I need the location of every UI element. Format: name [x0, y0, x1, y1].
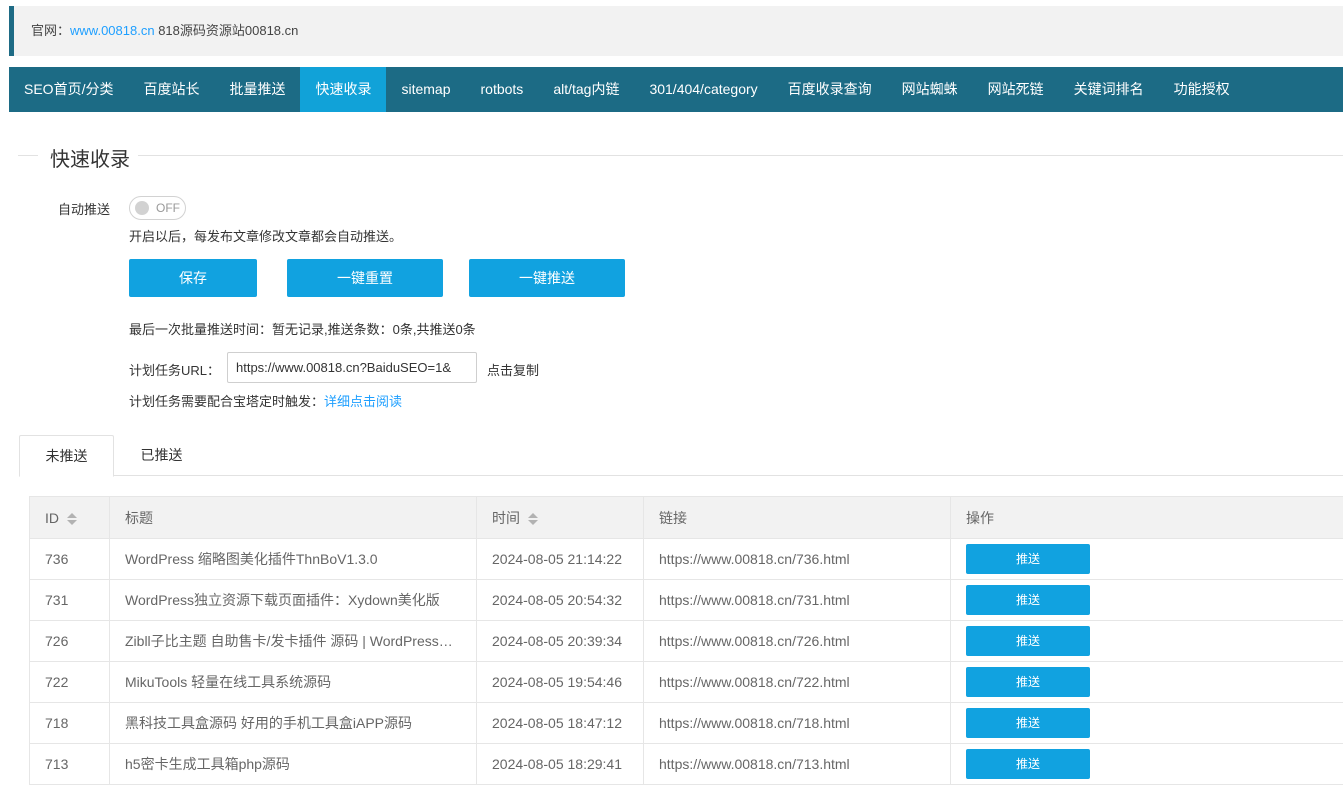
nav-item-baidu-webmaster[interactable]: 百度站长	[128, 67, 214, 112]
push-row-button[interactable]: 推送	[966, 626, 1090, 656]
section-header: 快速收录	[18, 140, 1343, 171]
push-row-button[interactable]: 推送	[966, 749, 1090, 779]
title-column-header: 标题	[109, 496, 477, 539]
table-row: 726 Zibll子比主题 自助售卡/发卡插件 源码 | WordPress… …	[29, 620, 1343, 662]
row-link: https://www.00818.cn/731.html	[643, 579, 951, 621]
row-id: 718	[29, 702, 110, 744]
id-column-header[interactable]: ID	[29, 496, 110, 539]
table-row: 722 MikuTools 轻量在线工具系统源码 2024-08-05 19:5…	[29, 661, 1343, 703]
official-site-link[interactable]: www.00818.cn	[70, 23, 155, 38]
divider	[138, 155, 1343, 156]
row-link: https://www.00818.cn/722.html	[643, 661, 951, 703]
notice-suffix: 818源码资源站00818.cn	[154, 23, 299, 38]
nav-item-alt-tag[interactable]: alt/tag内链	[538, 67, 634, 112]
reset-all-button[interactable]: 一键重置	[287, 259, 443, 297]
auto-push-toggle[interactable]: OFF	[129, 196, 186, 220]
nav-item-license[interactable]: 功能授权	[1159, 67, 1245, 112]
push-all-button[interactable]: 一键推送	[469, 259, 625, 297]
posts-table: ID 标题 时间 链接 操作 736 WordPress 缩略图美化插件ThnB…	[29, 496, 1343, 785]
official-site-notice: 官网：www.00818.cn 818源码资源站00818.cn	[9, 6, 1343, 56]
nav-item-robots[interactable]: rotbots	[466, 67, 539, 112]
row-time: 2024-08-05 18:29:41	[476, 743, 644, 785]
row-time: 2024-08-05 19:54:46	[476, 661, 644, 703]
row-id: 726	[29, 620, 110, 662]
main-nav: SEO首页/分类 百度站长 批量推送 快速收录 sitemap rotbots …	[9, 67, 1343, 112]
link-column-header: 链接	[643, 496, 951, 539]
table-row: 718 黑科技工具盒源码 好用的手机工具盒iAPP源码 2024-08-05 1…	[29, 702, 1343, 744]
row-link: https://www.00818.cn/736.html	[643, 538, 951, 580]
row-link: https://www.00818.cn/713.html	[643, 743, 951, 785]
tab-not-pushed[interactable]: 未推送	[19, 435, 114, 477]
nav-item-dead-links[interactable]: 网站死链	[973, 67, 1059, 112]
cron-note-text: 计划任务需要配合宝塔定时触发：	[129, 394, 325, 409]
table-header-row: ID 标题 时间 链接 操作	[29, 496, 1343, 539]
sort-icon[interactable]	[528, 512, 538, 525]
divider	[18, 155, 38, 156]
row-time: 2024-08-05 21:14:22	[476, 538, 644, 580]
toggle-text: OFF	[156, 201, 180, 215]
push-row-button[interactable]: 推送	[966, 708, 1090, 738]
row-action: 推送	[950, 661, 1343, 703]
row-id: 736	[29, 538, 110, 580]
time-header-label: 时间	[492, 509, 520, 526]
row-link: https://www.00818.cn/726.html	[643, 620, 951, 662]
cron-url-label: 计划任务URL：	[129, 363, 221, 378]
notice-label: 官网：	[31, 23, 71, 38]
auto-push-label: 自动推送	[58, 202, 111, 217]
cron-url-field[interactable]	[227, 352, 477, 383]
auto-push-hint: 开启以后，每发布文章修改文章都会自动推送。	[129, 229, 403, 244]
table-row: 736 WordPress 缩略图美化插件ThnBoV1.3.0 2024-08…	[29, 538, 1343, 580]
row-id: 722	[29, 661, 110, 703]
action-column-header: 操作	[950, 496, 1343, 539]
time-column-header[interactable]: 时间	[476, 496, 644, 539]
row-title: h5密卡生成工具箱php源码	[109, 743, 477, 785]
table-row: 731 WordPress独立资源下载页面插件：Xydown美化版 2024-0…	[29, 579, 1343, 621]
row-time: 2024-08-05 20:39:34	[476, 620, 644, 662]
nav-item-redirects[interactable]: 301/404/category	[634, 67, 772, 112]
row-title: 黑科技工具盒源码 好用的手机工具盒iAPP源码	[109, 702, 477, 744]
nav-item-index-query[interactable]: 百度收录查询	[773, 67, 887, 112]
push-row-button[interactable]: 推送	[966, 544, 1090, 574]
nav-item-batch-push[interactable]: 批量推送	[214, 67, 300, 112]
row-action: 推送	[950, 702, 1343, 744]
save-button[interactable]: 保存	[129, 259, 257, 297]
row-link: https://www.00818.cn/718.html	[643, 702, 951, 744]
read-more-link[interactable]: 详细点击阅读	[324, 394, 402, 409]
last-push-status: 最后一次批量推送时间：暂无记录,推送条数：0条,共推送0条	[129, 322, 476, 337]
cron-note: 计划任务需要配合宝塔定时触发：详细点击阅读	[129, 391, 402, 410]
nav-item-keyword-rank[interactable]: 关键词排名	[1059, 67, 1159, 112]
nav-item-sitemap[interactable]: sitemap	[386, 67, 465, 112]
copy-url-button[interactable]: 点击复制	[487, 360, 539, 379]
row-title: Zibll子比主题 自助售卡/发卡插件 源码 | WordPress…	[109, 620, 477, 662]
row-action: 推送	[950, 743, 1343, 785]
nav-item-seo-home[interactable]: SEO首页/分类	[9, 67, 128, 112]
nav-item-fast-index[interactable]: 快速收录	[300, 67, 387, 112]
row-action: 推送	[950, 538, 1343, 580]
section-title: 快速收录	[50, 149, 130, 171]
toggle-knob	[135, 201, 149, 215]
table-row: 713 h5密卡生成工具箱php源码 2024-08-05 18:29:41 h…	[29, 743, 1343, 785]
row-id: 713	[29, 743, 110, 785]
row-action: 推送	[950, 579, 1343, 621]
row-title: WordPress独立资源下载页面插件：Xydown美化版	[109, 579, 477, 621]
row-time: 2024-08-05 20:54:32	[476, 579, 644, 621]
push-tabs: 未推送 已推送	[19, 435, 1343, 477]
row-id: 731	[29, 579, 110, 621]
row-title: MikuTools 轻量在线工具系统源码	[109, 661, 477, 703]
push-row-button[interactable]: 推送	[966, 667, 1090, 697]
row-action: 推送	[950, 620, 1343, 662]
tab-pushed[interactable]: 已推送	[114, 435, 209, 476]
nav-item-spider[interactable]: 网站蜘蛛	[887, 67, 973, 112]
id-header-label: ID	[45, 509, 59, 526]
row-title: WordPress 缩略图美化插件ThnBoV1.3.0	[109, 538, 477, 580]
sort-icon[interactable]	[67, 512, 77, 525]
push-row-button[interactable]: 推送	[966, 585, 1090, 615]
row-time: 2024-08-05 18:47:12	[476, 702, 644, 744]
